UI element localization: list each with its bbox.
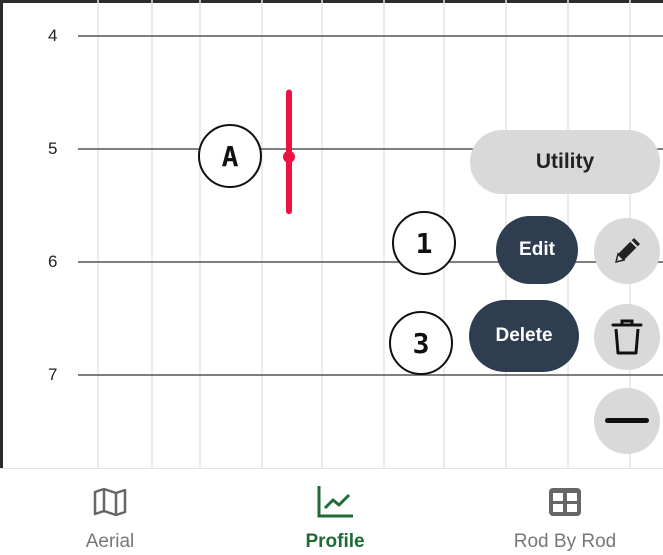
y-tick-label: 4 (48, 26, 58, 45)
callout-1: 1 (392, 211, 456, 275)
delete-button[interactable]: Delete (469, 300, 579, 372)
minus-icon (605, 418, 649, 423)
y-tick-label: 5 (48, 139, 58, 158)
callout-a: A (198, 124, 262, 188)
nav-label-rod-by-rod: Rod By Rod (513, 531, 617, 552)
y-tick-label: 7 (48, 365, 58, 384)
nav-tab-profile[interactable]: Profile (280, 469, 390, 555)
y-tick-label: 6 (48, 252, 58, 271)
trash-button[interactable] (594, 304, 660, 370)
line-chart-icon (315, 485, 355, 519)
pencil-icon (614, 238, 640, 264)
nav-tab-rod-by-rod[interactable]: Rod By Rod (490, 469, 640, 555)
rod-depth-point[interactable] (283, 150, 295, 163)
map-icon (92, 485, 128, 519)
callout-3: 3 (389, 311, 453, 375)
nav-label-aerial: Aerial (85, 531, 135, 552)
minus-button[interactable] (594, 388, 660, 454)
utility-button[interactable]: Utility (470, 130, 660, 194)
trash-icon (611, 319, 643, 355)
pencil-button[interactable] (594, 218, 660, 284)
nav-label-profile: Profile (305, 531, 365, 552)
rod-marker-a[interactable] (283, 89, 295, 215)
grid-icon (547, 485, 583, 519)
edit-button[interactable]: Edit (496, 216, 578, 284)
bottom-navigation: Aerial Profile Rod By Rod (0, 468, 663, 555)
nav-tab-aerial[interactable]: Aerial (60, 469, 160, 555)
